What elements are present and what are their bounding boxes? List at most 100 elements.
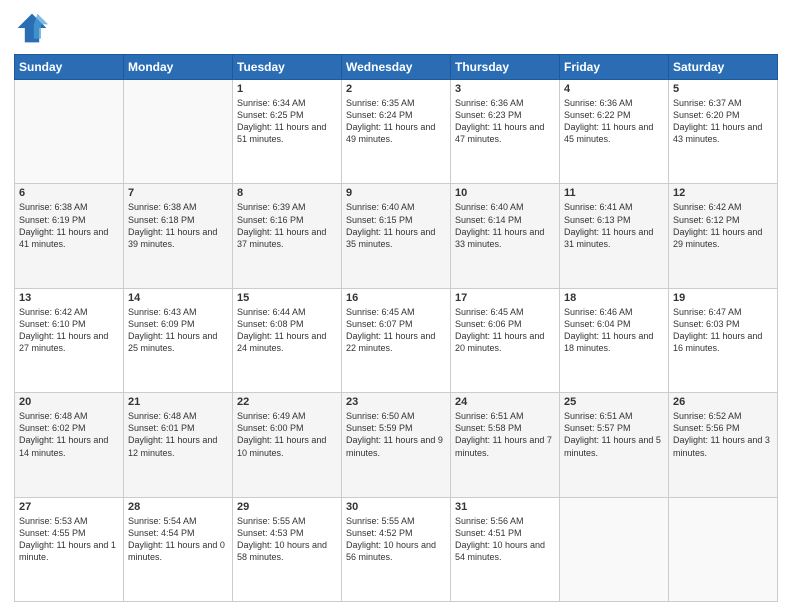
- day-number: 14: [128, 292, 228, 304]
- day-info: Sunrise: 6:38 AM Sunset: 6:18 PM Dayligh…: [128, 201, 228, 250]
- day-info: Sunrise: 6:35 AM Sunset: 6:24 PM Dayligh…: [346, 97, 446, 146]
- logo: [14, 10, 54, 46]
- day-info: Sunrise: 6:51 AM Sunset: 5:57 PM Dayligh…: [564, 410, 664, 459]
- calendar-cell: 6 Sunrise: 6:38 AM Sunset: 6:19 PM Daylig…: [15, 184, 124, 288]
- day-info: Sunrise: 6:36 AM Sunset: 6:22 PM Dayligh…: [564, 97, 664, 146]
- day-number: 12: [673, 187, 773, 199]
- day-info: Sunrise: 6:48 AM Sunset: 6:01 PM Dayligh…: [128, 410, 228, 459]
- calendar-header-friday: Friday: [560, 55, 669, 80]
- calendar-cell: 3 Sunrise: 6:36 AM Sunset: 6:23 PM Daylig…: [451, 80, 560, 184]
- calendar-cell: 17 Sunrise: 6:45 AM Sunset: 6:06 PM Dayli…: [451, 288, 560, 392]
- day-number: 7: [128, 187, 228, 199]
- calendar-cell: 1 Sunrise: 6:34 AM Sunset: 6:25 PM Daylig…: [233, 80, 342, 184]
- calendar-cell: 29 Sunrise: 5:55 AM Sunset: 4:53 PM Dayli…: [233, 497, 342, 601]
- day-number: 6: [19, 187, 119, 199]
- calendar-week-row: 13 Sunrise: 6:42 AM Sunset: 6:10 PM Dayli…: [15, 288, 778, 392]
- day-info: Sunrise: 6:40 AM Sunset: 6:15 PM Dayligh…: [346, 201, 446, 250]
- day-number: 28: [128, 501, 228, 513]
- calendar-cell: 25Sunrise: 6:51 AM Sunset: 5:57 PM Dayli…: [560, 393, 669, 497]
- calendar-cell: 8 Sunrise: 6:39 AM Sunset: 6:16 PM Daylig…: [233, 184, 342, 288]
- calendar-header-thursday: Thursday: [451, 55, 560, 80]
- calendar-cell: 19 Sunrise: 6:47 AM Sunset: 6:03 PM Dayli…: [669, 288, 778, 392]
- day-info: Sunrise: 5:53 AM Sunset: 4:55 PM Dayligh…: [19, 515, 119, 564]
- day-info: Sunrise: 6:50 AM Sunset: 5:59 PM Dayligh…: [346, 410, 446, 459]
- day-number: 26: [673, 396, 773, 408]
- calendar-cell: 22 Sunrise: 6:49 AM Sunset: 6:00 PM Dayli…: [233, 393, 342, 497]
- day-info: Sunrise: 6:41 AM Sunset: 6:13 PM Dayligh…: [564, 201, 664, 250]
- day-number: 17: [455, 292, 555, 304]
- day-number: 15: [237, 292, 337, 304]
- day-info: Sunrise: 6:51 AM Sunset: 5:58 PM Dayligh…: [455, 410, 555, 459]
- calendar-header-wednesday: Wednesday: [342, 55, 451, 80]
- calendar-cell: 2 Sunrise: 6:35 AM Sunset: 6:24 PM Daylig…: [342, 80, 451, 184]
- day-info: Sunrise: 6:52 AM Sunset: 5:56 PM Dayligh…: [673, 410, 773, 459]
- calendar-week-row: 20Sunrise: 6:48 AM Sunset: 6:02 PM Dayli…: [15, 393, 778, 497]
- day-info: Sunrise: 6:45 AM Sunset: 6:06 PM Dayligh…: [455, 306, 555, 355]
- calendar-cell: 15 Sunrise: 6:44 AM Sunset: 6:08 PM Dayli…: [233, 288, 342, 392]
- day-number: 8: [237, 187, 337, 199]
- day-info: Sunrise: 5:55 AM Sunset: 4:52 PM Dayligh…: [346, 515, 446, 564]
- calendar-week-row: 6 Sunrise: 6:38 AM Sunset: 6:19 PM Daylig…: [15, 184, 778, 288]
- day-number: 16: [346, 292, 446, 304]
- day-number: 9: [346, 187, 446, 199]
- day-number: 1: [237, 83, 337, 95]
- day-number: 10: [455, 187, 555, 199]
- calendar-cell: 18Sunrise: 6:46 AM Sunset: 6:04 PM Dayli…: [560, 288, 669, 392]
- day-number: 11: [564, 187, 664, 199]
- day-info: Sunrise: 5:55 AM Sunset: 4:53 PM Dayligh…: [237, 515, 337, 564]
- calendar-cell: [124, 80, 233, 184]
- day-number: 3: [455, 83, 555, 95]
- day-number: 2: [346, 83, 446, 95]
- day-info: Sunrise: 5:56 AM Sunset: 4:51 PM Dayligh…: [455, 515, 555, 564]
- calendar-cell: 11 Sunrise: 6:41 AM Sunset: 6:13 PM Dayli…: [560, 184, 669, 288]
- day-info: Sunrise: 6:34 AM Sunset: 6:25 PM Dayligh…: [237, 97, 337, 146]
- day-number: 4: [564, 83, 664, 95]
- day-number: 13: [19, 292, 119, 304]
- day-info: Sunrise: 5:54 AM Sunset: 4:54 PM Dayligh…: [128, 515, 228, 564]
- calendar-header-sunday: Sunday: [15, 55, 124, 80]
- calendar-cell: [669, 497, 778, 601]
- day-info: Sunrise: 6:38 AM Sunset: 6:19 PM Dayligh…: [19, 201, 119, 250]
- calendar-header-row: SundayMondayTuesdayWednesdayThursdayFrid…: [15, 55, 778, 80]
- calendar-cell: 31Sunrise: 5:56 AM Sunset: 4:51 PM Dayli…: [451, 497, 560, 601]
- day-info: Sunrise: 6:44 AM Sunset: 6:08 PM Dayligh…: [237, 306, 337, 355]
- calendar-cell: 9 Sunrise: 6:40 AM Sunset: 6:15 PM Daylig…: [342, 184, 451, 288]
- calendar-cell: [560, 497, 669, 601]
- calendar-cell: 23 Sunrise: 6:50 AM Sunset: 5:59 PM Dayli…: [342, 393, 451, 497]
- calendar-cell: 16 Sunrise: 6:45 AM Sunset: 6:07 PM Dayli…: [342, 288, 451, 392]
- day-info: Sunrise: 6:37 AM Sunset: 6:20 PM Dayligh…: [673, 97, 773, 146]
- calendar-cell: 21Sunrise: 6:48 AM Sunset: 6:01 PM Dayli…: [124, 393, 233, 497]
- day-info: Sunrise: 6:48 AM Sunset: 6:02 PM Dayligh…: [19, 410, 119, 459]
- day-info: Sunrise: 6:42 AM Sunset: 6:10 PM Dayligh…: [19, 306, 119, 355]
- calendar-cell: 27 Sunrise: 5:53 AM Sunset: 4:55 PM Dayli…: [15, 497, 124, 601]
- day-info: Sunrise: 6:39 AM Sunset: 6:16 PM Dayligh…: [237, 201, 337, 250]
- day-number: 22: [237, 396, 337, 408]
- calendar-cell: 28 Sunrise: 5:54 AM Sunset: 4:54 PM Dayli…: [124, 497, 233, 601]
- day-number: 18: [564, 292, 664, 304]
- day-info: Sunrise: 6:49 AM Sunset: 6:00 PM Dayligh…: [237, 410, 337, 459]
- calendar-cell: 5Sunrise: 6:37 AM Sunset: 6:20 PM Daylig…: [669, 80, 778, 184]
- day-number: 19: [673, 292, 773, 304]
- day-info: Sunrise: 6:45 AM Sunset: 6:07 PM Dayligh…: [346, 306, 446, 355]
- day-number: 23: [346, 396, 446, 408]
- calendar-table: SundayMondayTuesdayWednesdayThursdayFrid…: [14, 54, 778, 602]
- calendar-cell: 30 Sunrise: 5:55 AM Sunset: 4:52 PM Dayli…: [342, 497, 451, 601]
- day-info: Sunrise: 6:36 AM Sunset: 6:23 PM Dayligh…: [455, 97, 555, 146]
- calendar-week-row: 1 Sunrise: 6:34 AM Sunset: 6:25 PM Daylig…: [15, 80, 778, 184]
- day-info: Sunrise: 6:40 AM Sunset: 6:14 PM Dayligh…: [455, 201, 555, 250]
- calendar-cell: 14 Sunrise: 6:43 AM Sunset: 6:09 PM Dayli…: [124, 288, 233, 392]
- day-number: 30: [346, 501, 446, 513]
- day-number: 29: [237, 501, 337, 513]
- calendar-cell: 12Sunrise: 6:42 AM Sunset: 6:12 PM Dayli…: [669, 184, 778, 288]
- calendar-cell: 10 Sunrise: 6:40 AM Sunset: 6:14 PM Dayli…: [451, 184, 560, 288]
- day-number: 27: [19, 501, 119, 513]
- calendar-cell: 26 Sunrise: 6:52 AM Sunset: 5:56 PM Dayli…: [669, 393, 778, 497]
- calendar-cell: 20Sunrise: 6:48 AM Sunset: 6:02 PM Dayli…: [15, 393, 124, 497]
- day-info: Sunrise: 6:43 AM Sunset: 6:09 PM Dayligh…: [128, 306, 228, 355]
- calendar-week-row: 27 Sunrise: 5:53 AM Sunset: 4:55 PM Dayli…: [15, 497, 778, 601]
- calendar-header-tuesday: Tuesday: [233, 55, 342, 80]
- calendar-cell: 7 Sunrise: 6:38 AM Sunset: 6:18 PM Daylig…: [124, 184, 233, 288]
- day-info: Sunrise: 6:47 AM Sunset: 6:03 PM Dayligh…: [673, 306, 773, 355]
- calendar-cell: 4 Sunrise: 6:36 AM Sunset: 6:22 PM Daylig…: [560, 80, 669, 184]
- calendar-cell: 13 Sunrise: 6:42 AM Sunset: 6:10 PM Dayli…: [15, 288, 124, 392]
